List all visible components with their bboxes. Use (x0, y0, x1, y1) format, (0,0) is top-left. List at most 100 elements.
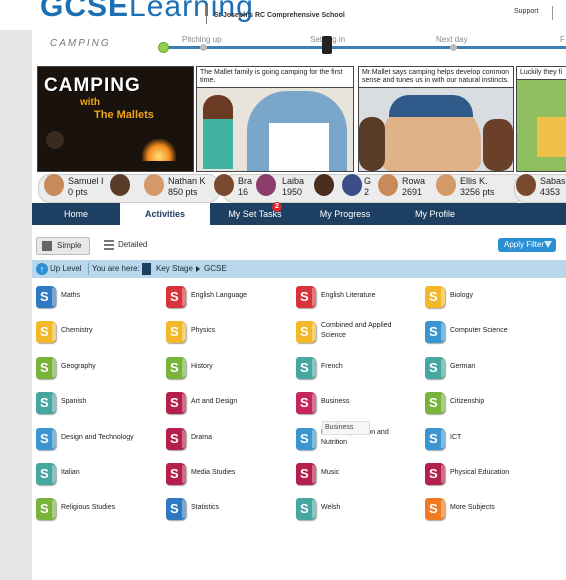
subject-tile[interactable]: S Media Studies (162, 463, 287, 491)
stage-next-day[interactable]: Next day (436, 35, 468, 44)
detailed-view-button[interactable]: Detailed (102, 237, 162, 253)
avatar[interactable] (378, 174, 398, 196)
subject-book-icon[interactable]: S (425, 427, 445, 450)
subject-book-icon[interactable]: S (296, 427, 316, 450)
subject-book-icon[interactable]: S (36, 498, 56, 521)
subject-tile[interactable]: S Geography (32, 356, 157, 385)
subject-book-icon[interactable]: S (166, 356, 186, 379)
avatar[interactable] (516, 174, 536, 196)
subject-tile[interactable]: S Computer Science (421, 321, 546, 349)
subject-label[interactable]: French (321, 362, 411, 372)
up-arrow-icon[interactable]: ↑ (36, 263, 48, 275)
subject-book-icon[interactable]: S (166, 286, 186, 308)
apply-filter-button[interactable]: Apply Filter (498, 238, 556, 252)
subject-book-icon[interactable]: S (425, 498, 445, 521)
subject-book-icon[interactable]: S (36, 463, 56, 485)
subject-tile[interactable]: S More Subjects (421, 498, 546, 526)
subject-label[interactable]: ICT (450, 433, 540, 443)
comic-panel-4[interactable]: Luckily they fi (516, 66, 566, 172)
breadcrumb-key-stage[interactable]: Key Stage (156, 264, 193, 273)
up-level-link[interactable]: Up Level (50, 264, 82, 273)
subject-tile[interactable]: S Physics (162, 321, 287, 349)
avatar[interactable] (342, 174, 362, 196)
subject-label[interactable]: History (191, 362, 281, 372)
subject-book-icon[interactable]: S (36, 286, 56, 308)
nav-my-profile[interactable]: My Profile (390, 203, 480, 225)
avatar[interactable] (110, 174, 130, 196)
comic-strip[interactable]: CAMPING with The Mallets The Mallet fami… (32, 62, 566, 172)
subject-label[interactable]: Religious Studies (61, 503, 151, 513)
subject-tile[interactable]: S French (292, 356, 417, 385)
avatar[interactable] (44, 174, 64, 196)
subject-label[interactable]: Italian (61, 468, 151, 478)
subject-tile[interactable]: S Citizenship (421, 392, 546, 420)
support-link[interactable]: Support (514, 8, 539, 15)
subject-tile[interactable]: S Maths (32, 286, 157, 314)
simple-view-button[interactable]: Simple (36, 237, 90, 255)
subject-tile[interactable]: S German (421, 356, 546, 385)
subject-label[interactable]: Music (321, 468, 411, 478)
subject-label[interactable]: More Subjects (450, 503, 540, 513)
subject-book-icon[interactable]: S (166, 321, 186, 344)
subject-tile[interactable]: S Music (292, 463, 417, 491)
subject-book-icon[interactable]: S (166, 498, 186, 521)
subject-label[interactable]: Media Studies (191, 468, 281, 478)
subject-tile[interactable]: S English Language (162, 286, 287, 314)
nav-home[interactable]: Home (32, 203, 120, 225)
subject-tile[interactable]: S Italian (32, 463, 157, 491)
stage-next[interactable]: F (560, 35, 565, 44)
comic-panel-3[interactable]: Mr.Mallet says camping helps develop com… (358, 66, 514, 172)
subject-label[interactable]: Design and Technology (61, 433, 151, 443)
subject-book-icon[interactable]: S (425, 392, 445, 415)
subject-label[interactable]: Combined and Applied Science (321, 321, 411, 341)
avatar[interactable] (436, 174, 456, 196)
nav-activities[interactable]: Activities (120, 203, 210, 225)
subject-label[interactable]: Physics (191, 326, 281, 336)
subject-label[interactable]: Computer Science (450, 326, 540, 336)
subject-book-icon[interactable]: S (425, 321, 445, 344)
avatar[interactable] (314, 174, 334, 196)
subject-label[interactable]: German (450, 362, 540, 372)
subject-tile[interactable]: S Drama (162, 427, 287, 456)
subject-label[interactable]: Welsh (321, 503, 411, 513)
subject-tile[interactable]: S ICT (421, 427, 546, 456)
subject-tile[interactable]: S History (162, 356, 287, 385)
subject-label[interactable]: Chemistry (61, 326, 151, 336)
stage-dot[interactable] (200, 44, 207, 51)
subject-label[interactable]: English Language (191, 291, 281, 301)
subject-book-icon[interactable]: S (296, 286, 316, 308)
stage-pitching-up[interactable]: Pitching up (182, 35, 222, 44)
subject-tile[interactable]: S Welsh (292, 498, 417, 526)
subject-tile[interactable]: S Business (292, 392, 417, 420)
subject-tile[interactable]: S Chemistry (32, 321, 157, 349)
comic-panel-2[interactable]: The Mallet family is going camping for t… (196, 66, 354, 172)
avatar[interactable] (144, 174, 164, 196)
subject-book-icon[interactable]: S (296, 356, 316, 379)
subject-book-icon[interactable]: S (296, 321, 316, 344)
subject-label[interactable]: Statistics (191, 503, 281, 513)
subject-book-icon[interactable]: S (425, 463, 445, 485)
subject-tile[interactable]: S Physical Education (421, 463, 546, 491)
subject-book-icon[interactable]: S (166, 463, 186, 485)
subject-book-icon[interactable]: S (166, 392, 186, 415)
subject-book-icon[interactable]: S (36, 356, 56, 379)
subject-label[interactable]: Geography (61, 362, 151, 372)
subject-book-icon[interactable]: S (166, 427, 186, 450)
subject-tile[interactable]: S Biology (421, 286, 546, 314)
avatar[interactable] (214, 174, 234, 196)
subject-label[interactable]: Physical Education (450, 468, 540, 478)
subject-book-icon[interactable]: S (36, 321, 56, 344)
avatar[interactable] (256, 174, 276, 196)
subject-book-icon[interactable]: S (425, 356, 445, 379)
subject-label[interactable]: Spanish (61, 397, 151, 407)
nav-my-set-tasks[interactable]: My Set Tasks (210, 203, 300, 225)
subject-book-icon[interactable]: S (296, 392, 316, 415)
subject-tile[interactable]: S Statistics (162, 498, 287, 526)
subject-tile[interactable]: S Art and Design (162, 392, 287, 420)
subject-label[interactable]: Art and Design (191, 397, 281, 407)
subject-label[interactable]: Maths (61, 291, 151, 301)
subject-book-icon[interactable]: S (36, 392, 56, 415)
subject-book-icon[interactable]: S (296, 498, 316, 521)
subject-book-icon[interactable]: S (36, 427, 56, 450)
subject-label[interactable]: Biology (450, 291, 540, 301)
